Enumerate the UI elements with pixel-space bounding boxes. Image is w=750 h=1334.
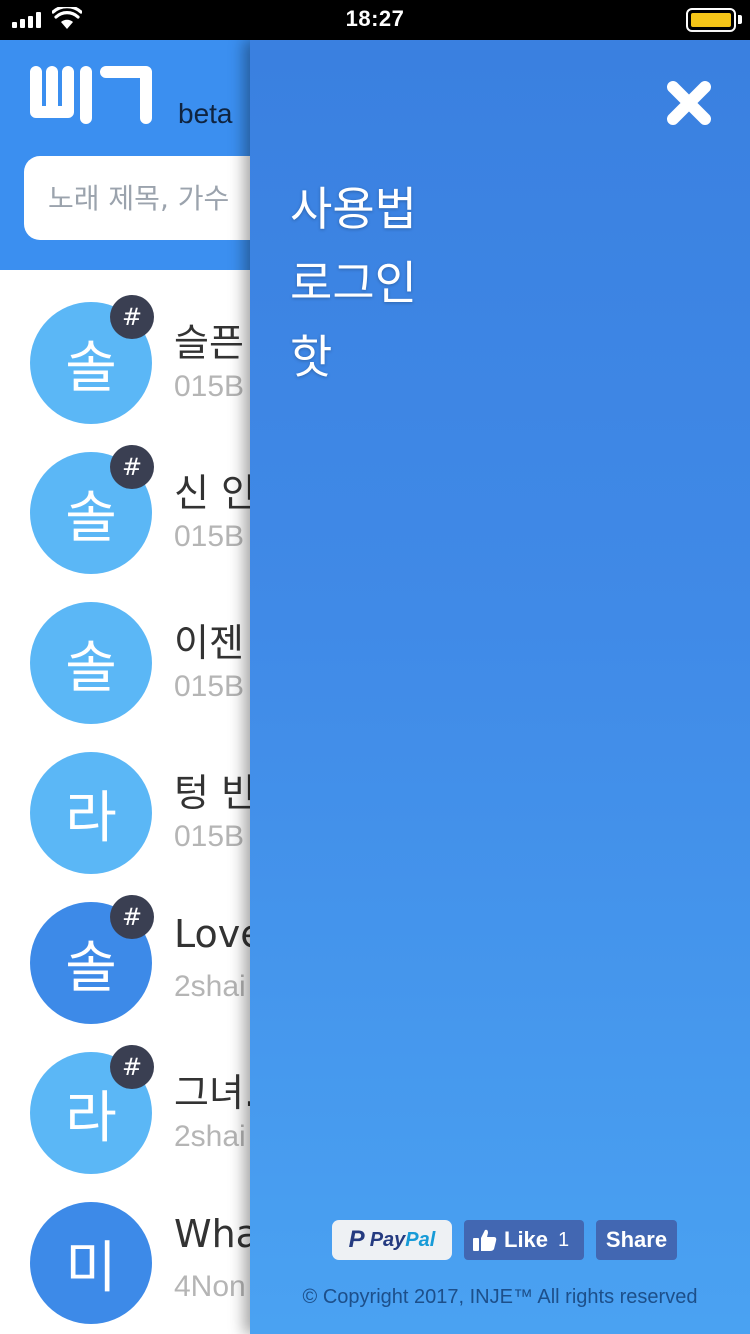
app-logo — [30, 66, 152, 124]
thumbs-up-icon — [473, 1229, 497, 1251]
battery-tip — [738, 15, 742, 24]
paypal-button[interactable]: P PayPal — [332, 1220, 452, 1260]
close-icon[interactable] — [664, 78, 714, 128]
hashtag-badge: # — [110, 1045, 154, 1089]
like-label: Like — [504, 1227, 549, 1252]
song-artist: 015B — [174, 370, 245, 403]
song-artist: 4Non — [174, 1270, 246, 1303]
song-artist: 2shai — [174, 1120, 246, 1153]
song-avatar: 라 — [30, 752, 152, 874]
song-title: Wha — [174, 1212, 259, 1256]
facebook-share-button[interactable]: Share — [596, 1220, 677, 1260]
footer-buttons: P PayPal Like 1 Share — [332, 1220, 677, 1260]
battery-icon — [686, 8, 736, 32]
clock: 18:27 — [345, 6, 405, 31]
copyright-text: © Copyright 2017, INJE™ All rights reser… — [302, 1286, 698, 1308]
song-title: 이젠 — [174, 621, 244, 665]
song-artist: 015B — [174, 520, 245, 553]
menu-item-hot[interactable]: 핫 — [290, 320, 417, 394]
side-drawer: 사용법 로그인 핫 P PayPal Like 1 Share © Copyri… — [250, 40, 750, 1334]
hashtag-badge: # — [110, 295, 154, 339]
paypal-icon: P — [348, 1226, 365, 1253]
song-artist: 015B — [174, 670, 245, 703]
song-avatar: 미 — [30, 1202, 152, 1324]
status-bar: 18:27 — [0, 0, 750, 40]
song-title: 슬픈 — [174, 321, 244, 365]
song-title: 그녀. — [174, 1071, 256, 1115]
song-artist: 015B — [174, 820, 245, 853]
hashtag-badge: # — [110, 895, 154, 939]
beta-label: beta — [178, 98, 233, 129]
like-count: 1 — [558, 1228, 570, 1251]
paypal-wordmark: PayPal — [369, 1228, 436, 1251]
drawer-menu: 사용법 로그인 핫 — [290, 172, 417, 394]
hashtag-badge: # — [110, 445, 154, 489]
song-title: 신 인 — [174, 471, 256, 515]
facebook-like-button[interactable]: Like 1 — [464, 1220, 584, 1260]
menu-item-login[interactable]: 로그인 — [290, 246, 417, 320]
song-title: 텅 빈 — [174, 771, 256, 815]
menu-item-how-to-use[interactable]: 사용법 — [290, 172, 417, 246]
song-artist: 2shai — [174, 970, 246, 1003]
song-avatar: 솔 — [30, 602, 152, 724]
